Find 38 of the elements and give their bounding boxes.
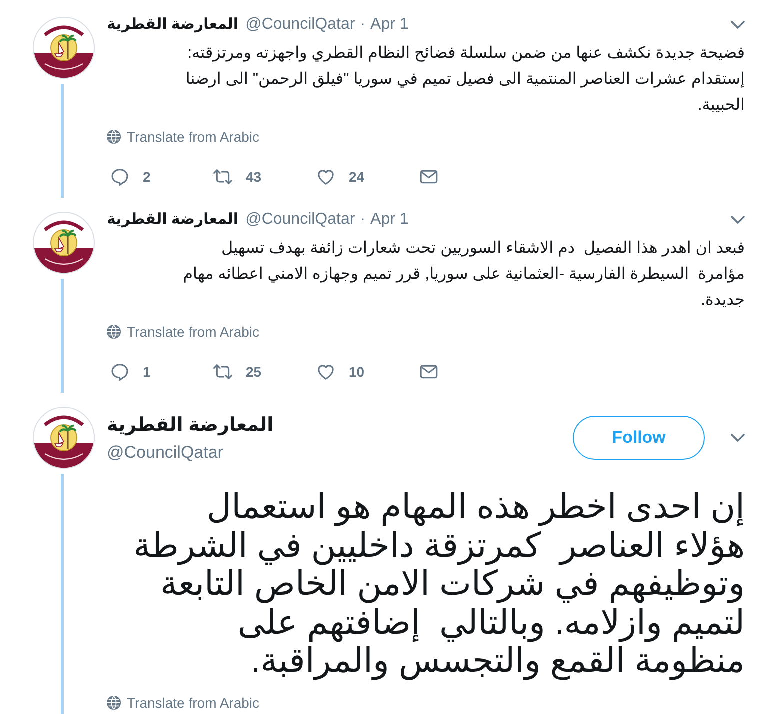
author-name[interactable]: المعارضة القطرية xyxy=(107,413,274,439)
emblem-avatar-icon[interactable] xyxy=(33,17,95,79)
translate-link[interactable]: Translate from Arabic xyxy=(107,128,260,146)
like-button[interactable]: 24 xyxy=(313,166,365,188)
tweet-date[interactable]: Apr 1 xyxy=(370,15,409,35)
globe-icon xyxy=(107,696,121,710)
chevron-down-icon[interactable] xyxy=(731,434,745,442)
chevron-down-icon[interactable] xyxy=(731,21,745,29)
author-handle[interactable]: @CouncilQatar xyxy=(107,443,224,463)
loop-arrows-icon xyxy=(213,167,233,187)
tweet-text: فبعد ان اهدر هذا الفصيل دم الاشقاء السوريين تحت شعارات زائفة بهدف تسهيل مؤامرة السيطرة الفارسية -العثمانية على سوريا, قرر تميم وجهازه الامني اعطائه مهام جديدة. xyxy=(182,239,745,311)
author-handle[interactable]: @CouncilQatar xyxy=(246,210,356,230)
emblem-avatar-icon[interactable] xyxy=(33,407,95,469)
author-handle[interactable]: @CouncilQatar xyxy=(246,15,356,35)
author-name[interactable]: المعارضة القطرية xyxy=(107,210,239,230)
tweet-text: فضيحة جديدة نكشف عنها من ضمن سلسلة فضائح النظام القطري واجهزته ومرتزقته: إستقدام عشرات العناصر المنتمية الى فصيل تميم في سوريا "فيلق الرحمن" الى ارضنا الحبيبة. xyxy=(184,44,745,116)
heart-icon xyxy=(316,362,336,382)
meta-separator: · xyxy=(360,210,366,230)
translate-link[interactable]: Translate from Arabic xyxy=(107,323,260,341)
heart-icon xyxy=(316,167,336,187)
author-name[interactable]: المعارضة القطرية xyxy=(107,15,239,35)
follow-button[interactable]: Follow xyxy=(573,416,705,460)
loop-arrows-icon xyxy=(213,362,233,382)
tweet-date[interactable]: Apr 1 xyxy=(370,210,409,230)
globe-icon xyxy=(107,325,121,339)
speech-bubble-icon xyxy=(110,167,130,187)
meta-separator: · xyxy=(360,15,366,35)
reply-button[interactable]: 1 xyxy=(107,361,151,383)
retweet-button[interactable]: 43 xyxy=(210,166,262,188)
emblem-avatar-icon[interactable] xyxy=(33,212,95,274)
tweet-text: إن احدى اخطر هذه المهام هو استعمال هؤلاء العناصر كمرتزقة داخليين في الشرطة وتوظيفهم في شركات الامن الخاص التابعة لتميم وازلامه. وبالتالي إضافتهم على منظومة القمع والتجسس والمراقبة. xyxy=(132,488,745,680)
retweet-button[interactable]: 25 xyxy=(210,361,262,383)
like-button[interactable]: 10 xyxy=(313,361,365,383)
globe-icon xyxy=(107,130,121,144)
translate-link[interactable]: Translate from Arabic xyxy=(107,694,260,712)
chevron-down-icon[interactable] xyxy=(731,216,745,224)
reply-button[interactable]: 2 xyxy=(107,166,151,188)
speech-bubble-icon xyxy=(110,362,130,382)
